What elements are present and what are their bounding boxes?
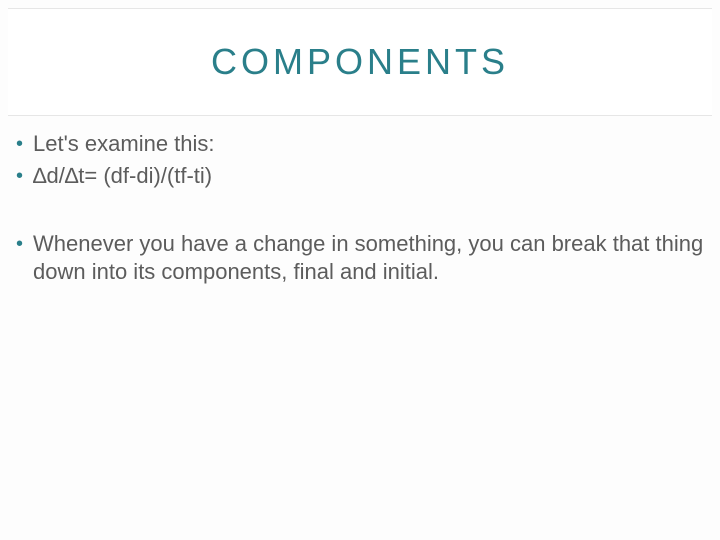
spacer xyxy=(14,194,706,230)
slide-body: • Let's examine this: • ∆d/∆t= (df-di)/(… xyxy=(14,130,706,289)
slide: COMPONENTS • Let's examine this: • ∆d/∆t… xyxy=(0,0,720,540)
bullet-text: ∆d/∆t= (df-di)/(tf-ti) xyxy=(33,162,706,190)
bullet-dot-icon: • xyxy=(16,162,23,190)
slide-title: COMPONENTS xyxy=(211,41,509,83)
bullet-item: • Whenever you have a change in somethin… xyxy=(14,230,706,285)
bullet-text: Whenever you have a change in something,… xyxy=(33,230,706,285)
bullet-item: • Let's examine this: xyxy=(14,130,706,158)
bullet-item: • ∆d/∆t= (df-di)/(tf-ti) xyxy=(14,162,706,190)
bullet-dot-icon: • xyxy=(16,130,23,158)
title-band: COMPONENTS xyxy=(8,8,712,116)
bullet-dot-icon: • xyxy=(16,230,23,258)
bullet-text: Let's examine this: xyxy=(33,130,706,158)
